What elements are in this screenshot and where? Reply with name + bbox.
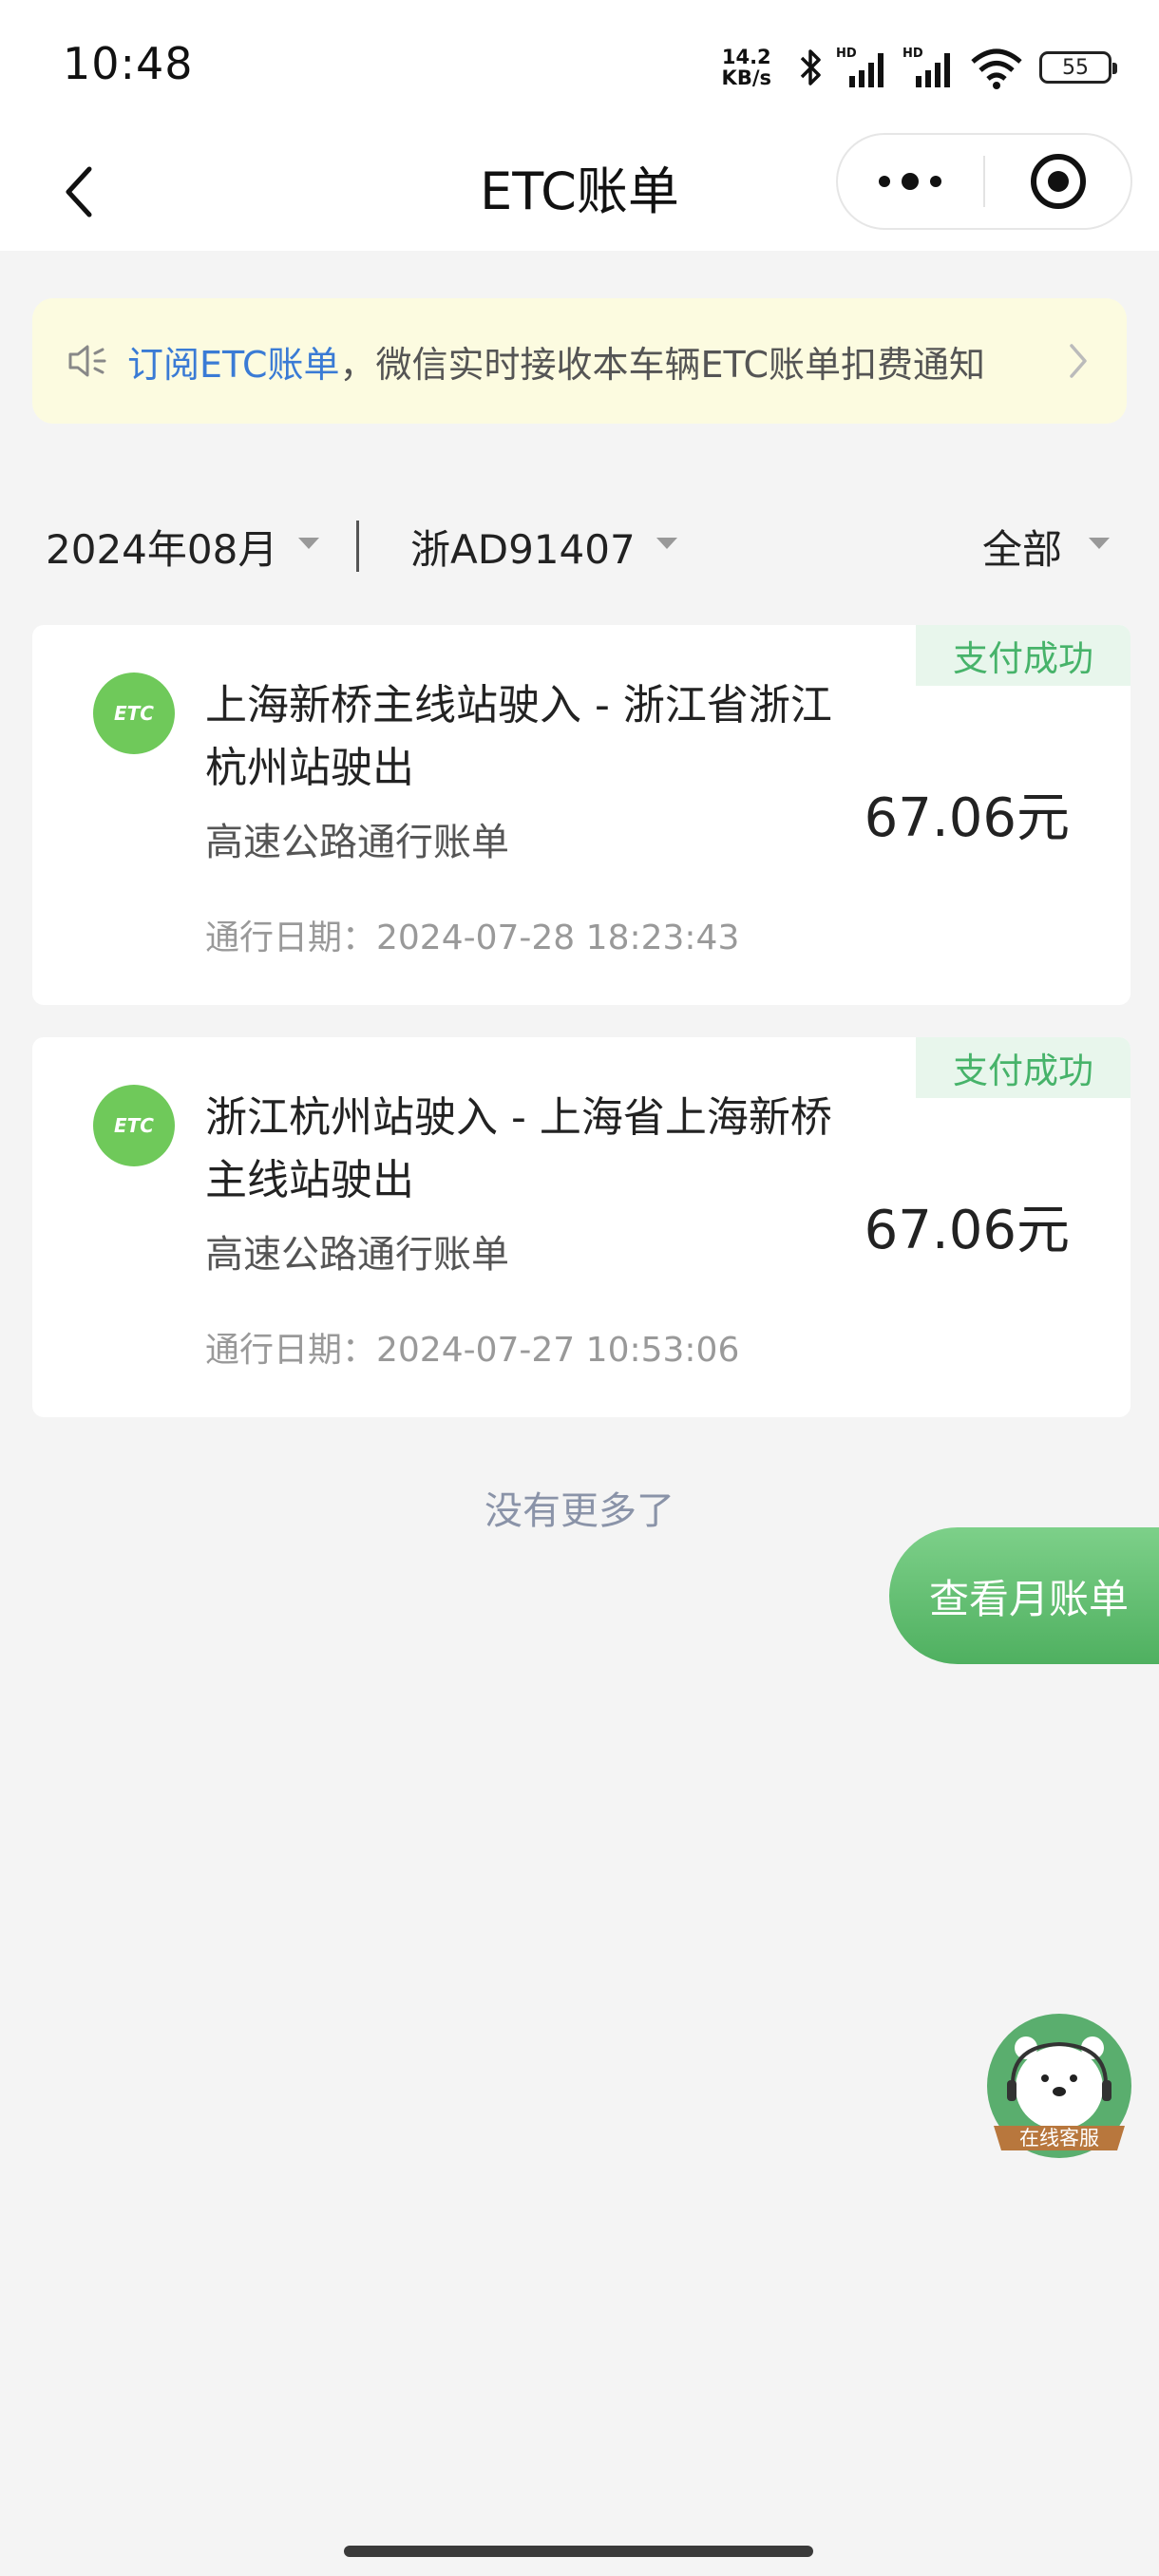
svg-text:ETC: ETC	[114, 1114, 154, 1137]
route-text: 浙江杭州站驶入 - 上海省上海新桥主线站驶出	[205, 1093, 832, 1204]
filter-divider	[356, 521, 359, 572]
chevron-right-icon	[1070, 344, 1087, 378]
etc-logo-icon: ETC	[93, 1085, 175, 1166]
target-close-icon	[1031, 154, 1086, 209]
status-time: 10:48	[63, 38, 194, 89]
wifi-icon	[971, 48, 1022, 89]
bluetooth-icon	[800, 49, 821, 85]
chevron-left-icon	[66, 166, 92, 218]
bill-category: 高速公路通行账单	[205, 821, 509, 864]
bill-record-card[interactable]: 支付成功 ETC 上海新桥主线站驶入 - 浙江省浙江杭州站驶出 高速公路通行账单…	[32, 625, 1130, 1005]
speaker-icon	[68, 345, 106, 377]
signal-hd-icon: HD	[836, 47, 884, 87]
mini-program-capsule	[836, 133, 1132, 230]
svg-text:ETC: ETC	[114, 702, 154, 725]
caret-down-icon	[1089, 538, 1111, 549]
home-indicator[interactable]	[344, 2546, 813, 2557]
caret-down-icon	[298, 538, 320, 549]
signal-hd-icon: HD	[902, 47, 950, 87]
plate-filter[interactable]: 浙AD91407	[410, 484, 677, 608]
notice-description: ，微信实时接收本车辆ETC账单扣费通知	[339, 343, 986, 386]
svg-text:HD: HD	[836, 47, 857, 61]
plate-filter-label: 浙AD91407	[410, 525, 636, 573]
battery-icon: 55	[1039, 51, 1117, 84]
close-button[interactable]	[984, 133, 1132, 230]
network-speed: 14.2 KB/s	[721, 46, 771, 89]
subscribe-notice[interactable]: 订阅ETC账单，微信实时接收本车辆ETC账单扣费通知	[32, 298, 1127, 424]
status-badge: 支付成功	[916, 625, 1130, 686]
etc-logo-icon: ETC	[93, 672, 175, 754]
status-filter[interactable]: 全部	[982, 484, 1111, 608]
bill-amount: 67.06元	[864, 787, 1070, 849]
bill-record-card[interactable]: 支付成功 ETC 浙江杭州站驶入 - 上海省上海新桥主线站驶出 高速公路通行账单…	[32, 1037, 1130, 1417]
more-dots-icon	[879, 173, 941, 190]
status-badge: 支付成功	[916, 1037, 1130, 1098]
more-button[interactable]	[836, 133, 984, 230]
notice-text: 订阅ETC账单，微信实时接收本车辆ETC账单扣费通知	[127, 335, 985, 388]
view-monthly-bill-button[interactable]: 查看月账单	[889, 1527, 1159, 1664]
customer-service-label: 在线客服	[1019, 2127, 1099, 2150]
svg-text:HD: HD	[902, 47, 923, 61]
back-button[interactable]	[44, 156, 116, 228]
pass-datetime: 通行日期：2024-07-28 18:23:43	[205, 919, 740, 957]
status-bar: 10:48 14.2 KB/s HD HD 55	[0, 0, 1159, 133]
route-text: 上海新桥主线站驶入 - 浙江省浙江杭州站驶出	[205, 681, 832, 792]
customer-service-button[interactable]: 在线客服	[984, 2014, 1134, 2166]
month-filter[interactable]: 2024年08月	[46, 484, 320, 608]
pass-datetime: 通行日期：2024-07-27 10:53:06	[205, 1331, 740, 1370]
view-monthly-bill-label: 查看月账单	[929, 1575, 1130, 1622]
bill-amount: 67.06元	[864, 1200, 1070, 1261]
subscribe-link[interactable]: 订阅ETC账单	[127, 344, 340, 386]
month-filter-label: 2024年08月	[46, 525, 278, 573]
bill-category: 高速公路通行账单	[205, 1233, 509, 1277]
caret-down-icon	[656, 538, 677, 549]
status-icons: 14.2 KB/s HD HD 55	[721, 42, 1117, 93]
status-filter-label: 全部	[982, 525, 1063, 573]
